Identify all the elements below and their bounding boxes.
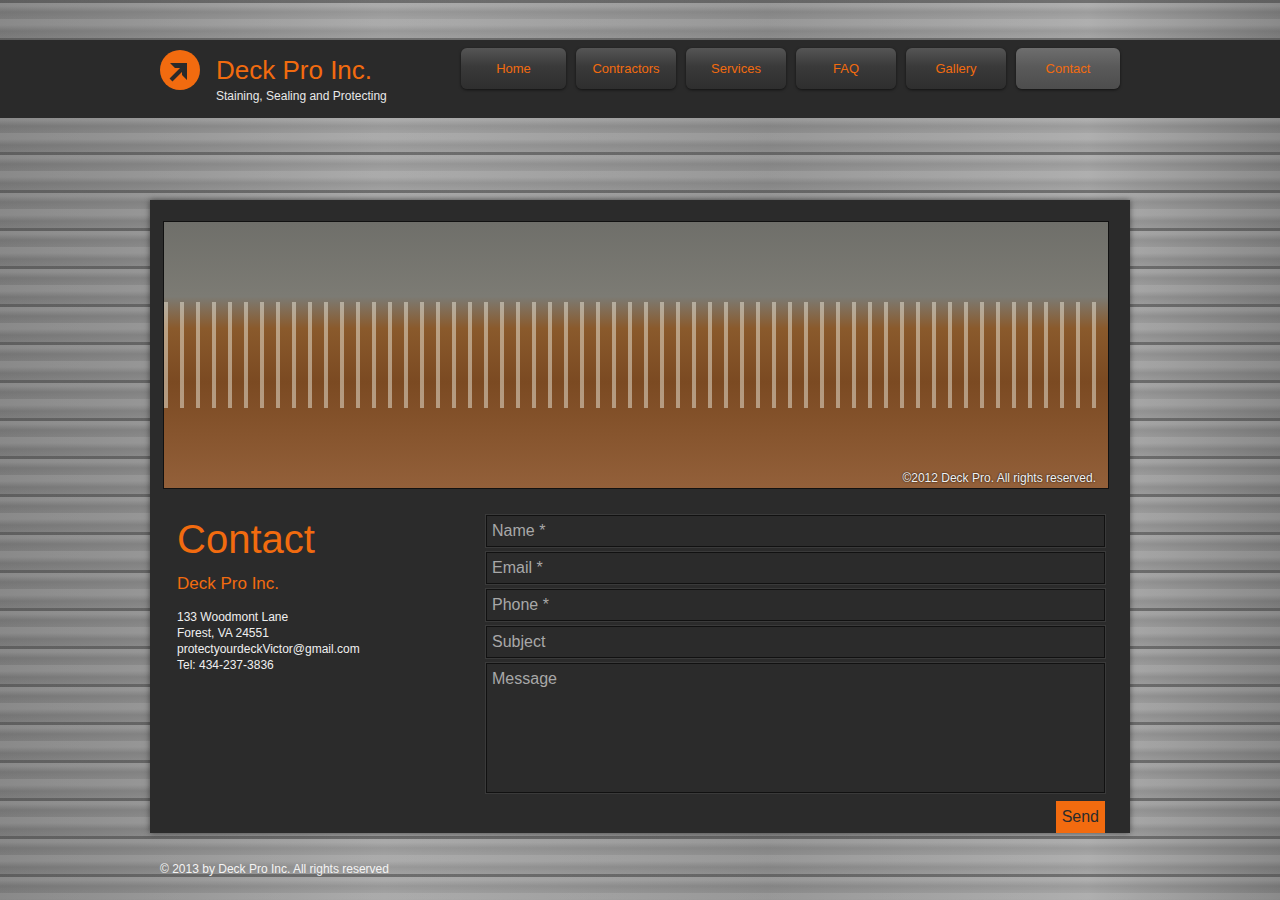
nav-button[interactable]: Services <box>686 48 786 89</box>
form-field[interactable] <box>486 589 1105 621</box>
photo-caption: ©2012 Deck Pro. All rights reserved. <box>902 469 1096 487</box>
contact-heading: Contact <box>177 517 486 561</box>
contact-line: Forest, VA 24551 <box>177 625 486 641</box>
contact-section: Contact Deck Pro Inc. 133 Woodmont LaneFor… <box>163 515 1105 833</box>
site-header: Deck Pro Inc. Staining, Sealing and Prote… <box>0 40 1280 118</box>
logo-arrow-icon[interactable] <box>160 50 200 90</box>
top-gap <box>0 0 1280 40</box>
contact-info: Contact Deck Pro Inc. 133 Woodmont LaneFor… <box>163 515 486 833</box>
form-field[interactable] <box>486 626 1105 658</box>
nav-button[interactable]: FAQ <box>796 48 896 89</box>
header-inner: Deck Pro Inc. Staining, Sealing and Prote… <box>160 40 1120 118</box>
contact-line: Tel: 434-237-3836 <box>177 657 486 673</box>
content-panel: ©2012 Deck Pro. All rights reserved. Cont… <box>150 200 1130 833</box>
logo-title[interactable]: Deck Pro Inc. <box>216 56 387 85</box>
main-nav: HomeContractorsServicesFAQGalleryContact <box>461 48 1120 118</box>
send-row: Send <box>486 798 1105 833</box>
nav-button[interactable]: Home <box>461 48 566 89</box>
nav-button[interactable]: Gallery <box>906 48 1006 89</box>
contact-line[interactable]: protectyourdeckVictor@gmail.com <box>177 641 486 657</box>
form-field[interactable] <box>486 515 1105 547</box>
contact-form: Send <box>486 515 1105 833</box>
nav-button[interactable]: Contractors <box>576 48 676 89</box>
logo[interactable]: Deck Pro Inc. Staining, Sealing and Prote… <box>160 40 387 118</box>
logo-text: Deck Pro Inc. Staining, Sealing and Prote… <box>216 40 387 118</box>
company-name: Deck Pro Inc. <box>177 571 486 597</box>
message-field[interactable] <box>486 663 1105 793</box>
send-button[interactable]: Send <box>1056 801 1105 833</box>
railing-shade <box>164 302 1108 408</box>
deck-photo: ©2012 Deck Pro. All rights reserved. <box>163 221 1109 489</box>
nav-button[interactable]: Contact <box>1016 48 1120 89</box>
contact-line: 133 Woodmont Lane <box>177 609 486 625</box>
footer-copyright: © 2013 by Deck Pro Inc. All rights reser… <box>160 860 1120 878</box>
form-field[interactable] <box>486 552 1105 584</box>
tagline: Staining, Sealing and Protecting <box>216 89 387 103</box>
